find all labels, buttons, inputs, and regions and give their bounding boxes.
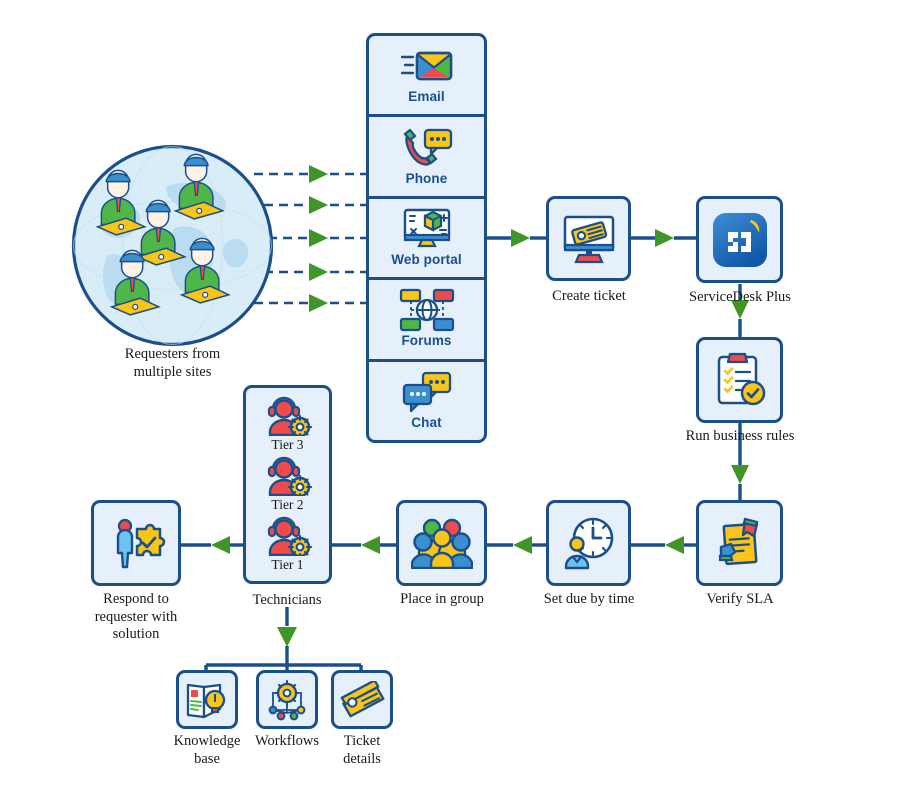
channel-chat[interactable]: Chat <box>369 362 484 440</box>
set-due-by-time-label: Set due by time <box>543 591 635 607</box>
technicians-label: Technicians <box>252 592 322 608</box>
servicedesk-plus-label: ServiceDesk Plus <box>689 289 791 305</box>
technician-gear-icon <box>267 396 312 436</box>
technician-gear-icon <box>267 517 312 557</box>
ticket-details-icon <box>340 680 385 717</box>
create-ticket-label: Create ticket <box>552 288 626 304</box>
verify-sla-label: Verify SLA <box>706 591 774 607</box>
servicedesk-plus-logo <box>712 212 767 267</box>
channel-forums[interactable]: Forums <box>369 280 484 362</box>
requesters-label: Requesters from multiple sites <box>124 346 221 380</box>
chat-icon <box>401 371 453 412</box>
tier-label: Tier 3 <box>271 436 304 452</box>
group-people-icon <box>410 518 473 569</box>
person-puzzle-check-icon <box>116 518 166 569</box>
channel-label: Email <box>408 89 445 105</box>
respond-to-requester-label: Respond to requester with solution <box>94 591 178 643</box>
tier-2[interactable]: Tier 2 <box>264 456 312 513</box>
channel-label: Web portal <box>391 252 462 268</box>
node-respond-to-requester[interactable] <box>91 500 181 586</box>
node-create-ticket[interactable] <box>546 196 631 281</box>
technician-gear-icon <box>267 456 312 496</box>
tier-label: Tier 1 <box>271 557 304 573</box>
monitor-ticket-icon <box>563 215 614 263</box>
knowledge-base-icon <box>186 683 226 718</box>
node-workflows[interactable] <box>256 670 318 729</box>
globe-with-requesters <box>71 144 274 347</box>
workflow-diagram: Requesters from multiple sites Email Pho… <box>0 0 900 809</box>
tier-label: Tier 2 <box>271 496 304 512</box>
email-icon <box>400 46 453 86</box>
channel-label: Forums <box>401 333 452 349</box>
channel-web-portal[interactable]: Web portal <box>369 199 484 281</box>
web-portal-icon <box>400 208 454 249</box>
clock-person-icon <box>564 517 613 570</box>
workflow-gear-icon <box>268 679 306 720</box>
node-technicians[interactable]: Tier 3 Tier 2 Tier 1 <box>243 385 332 584</box>
place-in-group-label: Place in group <box>400 591 484 607</box>
node-place-in-group[interactable] <box>396 500 487 586</box>
node-verify-sla[interactable] <box>696 500 783 586</box>
ticket-details-label: Ticket details <box>343 733 381 767</box>
tier-3[interactable]: Tier 3 <box>264 396 312 453</box>
tier-1[interactable]: Tier 1 <box>264 516 312 573</box>
node-set-due-by-time[interactable] <box>546 500 631 586</box>
node-servicedesk-plus[interactable] <box>696 196 783 283</box>
node-ticket-details[interactable] <box>331 670 393 729</box>
run-business-rules-label: Run business rules <box>685 428 795 444</box>
channel-label: Phone <box>405 170 448 186</box>
channel-email[interactable]: Email <box>369 36 484 118</box>
forums-icon <box>399 289 455 332</box>
node-knowledge-base[interactable] <box>176 670 238 729</box>
channels-panel: Email Phone Web portal Forums Chat <box>366 33 487 443</box>
node-run-business-rules[interactable] <box>696 337 783 423</box>
phone-icon <box>401 128 453 168</box>
channel-label: Chat <box>411 414 442 430</box>
channel-phone[interactable]: Phone <box>369 117 484 199</box>
clipboard-check-icon <box>717 352 765 406</box>
sla-document-hands-icon <box>718 517 758 566</box>
